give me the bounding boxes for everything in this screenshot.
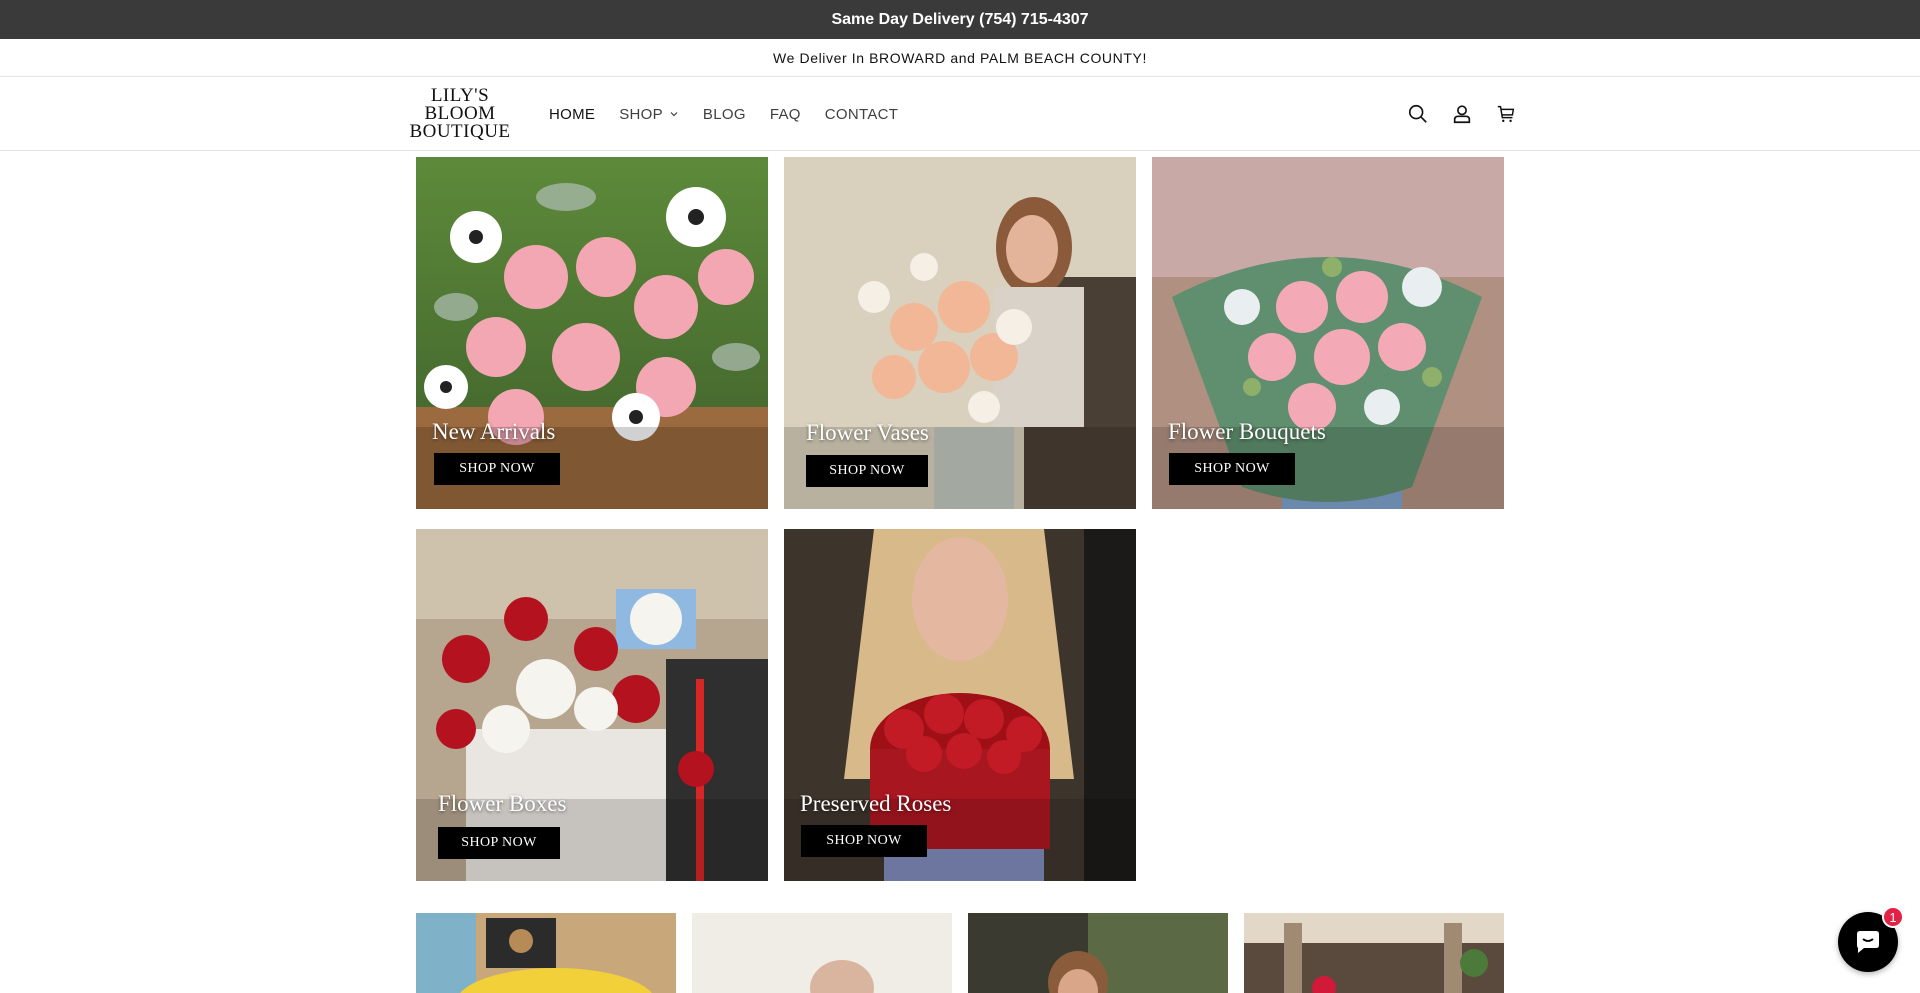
product-image (968, 913, 1228, 993)
cart-icon (1497, 105, 1515, 123)
product-thumb[interactable] (692, 913, 952, 993)
product-image (416, 913, 676, 993)
logo-line: BOUTIQUE (409, 121, 511, 142)
collection-title: Preserved Roses (800, 791, 952, 816)
nav-shop-label: SHOP (619, 105, 663, 123)
search-button[interactable] (1396, 92, 1440, 136)
product-thumb[interactable] (968, 913, 1228, 993)
chat-notification-badge: 1 (1882, 906, 1904, 928)
delivery-text: We Deliver In BROWARD and PALM BEACH COU… (773, 49, 1147, 66)
nav-faq[interactable]: FAQ (770, 106, 801, 123)
shop-now-button[interactable]: SHOP NOW (434, 453, 560, 485)
chat-icon (1857, 931, 1879, 953)
account-button[interactable] (1440, 92, 1484, 136)
collection-title: New Arrivals (432, 419, 556, 444)
collection-tile-preserved-roses[interactable]: Preserved Roses SHOP NOW (784, 529, 1136, 881)
nav-blog[interactable]: BLOG (703, 106, 746, 123)
account-icon (1453, 105, 1471, 124)
collection-title: Flower Bouquets (1168, 419, 1326, 444)
shop-now-button[interactable]: SHOP NOW (801, 825, 927, 857)
collection-tile-flower-boxes[interactable]: Flower Boxes SHOP NOW (416, 529, 768, 881)
delivery-bar: We Deliver In BROWARD and PALM BEACH COU… (0, 39, 1920, 77)
product-thumb[interactable] (1244, 913, 1504, 993)
nav-shop[interactable]: SHOP (619, 106, 679, 123)
header-icons (1396, 77, 1528, 151)
product-image (692, 913, 952, 993)
search-icon (1408, 104, 1427, 123)
collection-title: Flower Vases (806, 420, 929, 445)
announcement-bar: Same Day Delivery (754) 715-4307 (0, 0, 1920, 39)
announcement-text: Same Day Delivery (754) 715-4307 (831, 10, 1089, 28)
product-thumb[interactable] (416, 913, 676, 993)
collection-title: Flower Boxes (438, 791, 567, 816)
shop-now-button[interactable]: SHOP NOW (806, 455, 928, 487)
main-nav: HOME SHOP BLOG FAQ CONTACT (549, 77, 922, 151)
nav-home[interactable]: HOME (549, 106, 595, 123)
site-header: LILY'S BLOOM BOUTIQUE HOME SHOP BLOG FAQ… (0, 77, 1920, 151)
cart-button[interactable] (1484, 92, 1528, 136)
nav-contact[interactable]: CONTACT (825, 106, 898, 123)
collection-tile-new-arrivals[interactable]: New Arrivals SHOP NOW (416, 157, 768, 509)
logo[interactable]: LILY'S BLOOM BOUTIQUE (408, 83, 512, 145)
product-image (1244, 913, 1504, 993)
collection-tile-flower-vases[interactable]: Flower Vases SHOP NOW (784, 157, 1136, 509)
collection-tile-flower-bouquets[interactable]: Flower Bouquets SHOP NOW (1152, 157, 1504, 509)
shop-now-button[interactable]: SHOP NOW (1169, 453, 1295, 485)
shop-now-button[interactable]: SHOP NOW (438, 827, 560, 859)
chevron-down-icon (670, 112, 678, 117)
